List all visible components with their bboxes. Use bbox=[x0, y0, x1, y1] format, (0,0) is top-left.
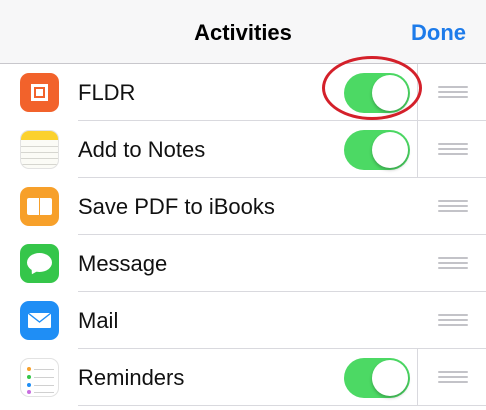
list-item-add-to-notes: Add to Notes bbox=[0, 121, 486, 178]
fldr-app-icon bbox=[20, 73, 59, 112]
highlight-ring-annotation bbox=[322, 56, 422, 120]
done-button[interactable]: Done bbox=[411, 20, 466, 46]
reminders-app-icon bbox=[20, 358, 59, 397]
list-item-label: Message bbox=[78, 251, 168, 276]
list-item-label: Save PDF to iBooks bbox=[78, 194, 275, 219]
list-item-reminders: Reminders bbox=[0, 349, 486, 406]
notes-app-icon bbox=[20, 130, 59, 169]
ibooks-app-icon bbox=[20, 187, 59, 226]
list-item-label: Mail bbox=[78, 308, 119, 333]
list-item-save-pdf-to-ibooks: Save PDF to iBooks bbox=[0, 178, 486, 235]
row-separator bbox=[78, 405, 486, 406]
activities-list: FLDR Add to Notes Save PDF to iBooks Mes… bbox=[0, 64, 486, 410]
reminders-toggle[interactable] bbox=[344, 358, 410, 398]
reorder-handle-icon[interactable] bbox=[438, 200, 468, 214]
divider bbox=[417, 349, 418, 405]
divider bbox=[417, 121, 418, 177]
list-item-label: Reminders bbox=[78, 365, 185, 390]
messages-app-icon bbox=[20, 244, 59, 283]
list-item-message: Message bbox=[0, 235, 486, 292]
list-item-mail: Mail bbox=[0, 292, 486, 349]
reorder-handle-icon[interactable] bbox=[438, 143, 468, 157]
list-item-label: Add to Notes bbox=[78, 137, 206, 162]
reorder-handle-icon[interactable] bbox=[438, 257, 468, 271]
add-to-notes-toggle[interactable] bbox=[344, 130, 410, 170]
list-item-label: FLDR bbox=[78, 80, 136, 105]
reorder-handle-icon[interactable] bbox=[438, 86, 468, 100]
navigation-bar: Activities Done bbox=[0, 0, 486, 64]
reorder-handle-icon[interactable] bbox=[438, 371, 468, 385]
reorder-handle-icon[interactable] bbox=[438, 314, 468, 328]
mail-app-icon bbox=[20, 301, 59, 340]
